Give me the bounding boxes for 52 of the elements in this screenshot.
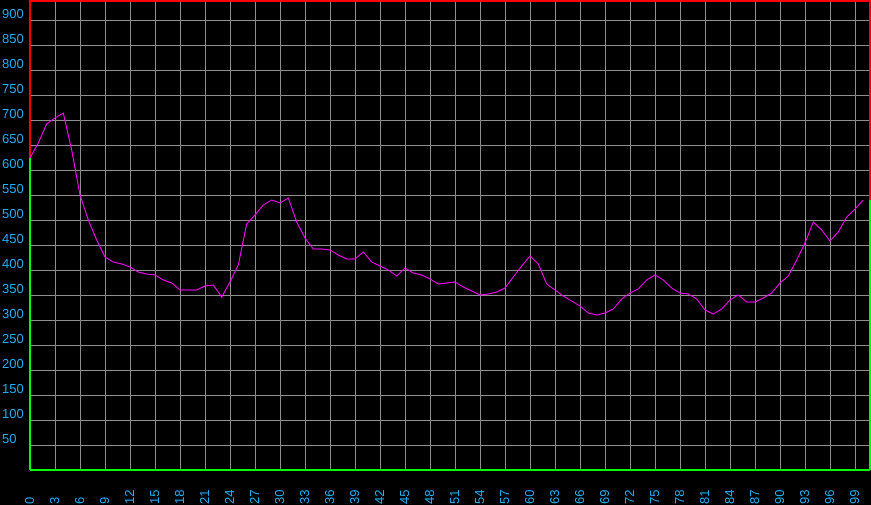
y-axis-label: 600	[2, 156, 24, 171]
x-axis-label: 66	[572, 490, 587, 504]
x-axis-label: 27	[247, 490, 262, 504]
x-axis-label: 30	[272, 490, 287, 504]
x-axis-label: 24	[222, 490, 237, 504]
x-axis-label: 69	[597, 490, 612, 504]
x-axis-label: 21	[197, 490, 212, 504]
x-axis-label: 33	[297, 490, 312, 504]
x-axis-label: 78	[672, 490, 687, 504]
y-axis-label: 550	[2, 181, 24, 196]
x-axis-label: 54	[472, 490, 487, 504]
x-axis-label: 51	[447, 490, 462, 504]
x-axis-label: 6	[72, 496, 87, 504]
y-axis-label: 100	[2, 406, 24, 421]
x-axis-label: 12	[122, 490, 137, 504]
x-axis-label: 0	[22, 496, 37, 504]
x-axis-label: 42	[372, 490, 387, 504]
x-axis-label: 87	[747, 490, 762, 504]
x-axis-label: 39	[347, 490, 362, 504]
y-axis-label: 50	[2, 431, 16, 446]
x-axis-label: 99	[847, 490, 862, 504]
y-axis-label: 800	[2, 56, 24, 71]
y-axis-label: 850	[2, 31, 24, 46]
x-axis-label: 63	[547, 490, 562, 504]
x-axis-label: 57	[497, 490, 512, 504]
y-axis-label: 750	[2, 81, 24, 96]
y-axis-label: 500	[2, 206, 24, 221]
x-axis-label: 81	[697, 490, 712, 504]
x-axis-label: 60	[522, 490, 537, 504]
y-axis-label: 250	[2, 331, 24, 346]
y-axis-label: 650	[2, 131, 24, 146]
x-axis-label: 96	[822, 490, 837, 504]
x-axis-label: 90	[772, 490, 787, 504]
y-axis-label: 300	[2, 306, 24, 321]
y-axis-label: 700	[2, 106, 24, 121]
y-axis-label: 200	[2, 356, 24, 371]
x-axis-label: 48	[422, 490, 437, 504]
x-axis-label: 45	[397, 490, 412, 504]
y-axis-label: 400	[2, 256, 24, 271]
x-axis-label: 15	[147, 490, 162, 504]
x-axis-label: 3	[47, 496, 62, 504]
y-axis-label: 900	[2, 6, 24, 21]
x-axis-label: 84	[722, 490, 737, 504]
x-axis-label: 75	[647, 490, 662, 504]
x-axis-label: 72	[622, 490, 637, 504]
x-axis-label: 18	[172, 490, 187, 504]
y-axis-label: 450	[2, 231, 24, 246]
y-axis-label: 150	[2, 381, 24, 396]
x-axis-label: 36	[322, 490, 337, 504]
x-axis-label: 9	[97, 496, 112, 504]
x-axis-label: 93	[797, 490, 812, 504]
y-axis-label: 350	[2, 281, 24, 296]
